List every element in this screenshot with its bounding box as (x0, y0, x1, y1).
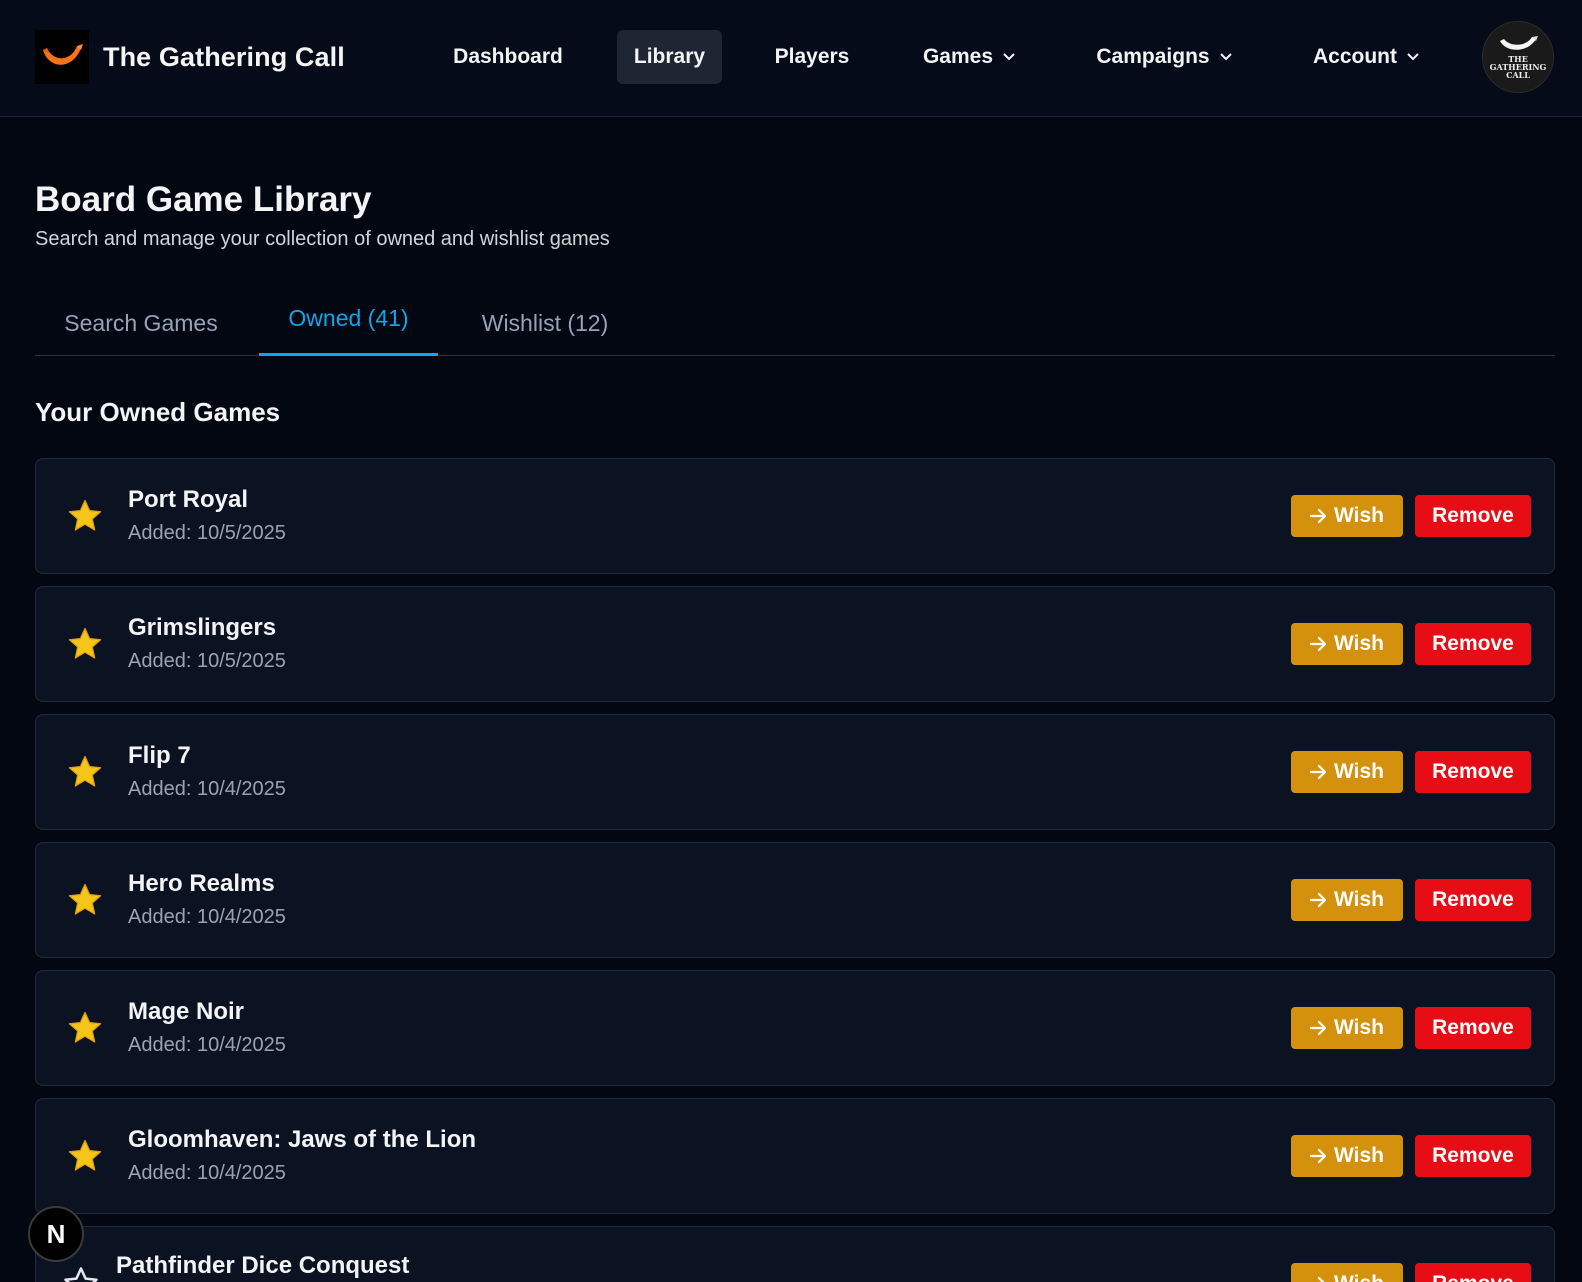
page-subtitle: Search and manage your collection of own… (35, 228, 610, 250)
remove-game-button[interactable]: Remove (1415, 623, 1531, 665)
arrow-right-icon (1310, 1148, 1328, 1164)
game-name: Hero Realms (128, 870, 275, 897)
nav-games-dropdown[interactable]: Games (905, 30, 1033, 84)
wish-button-label: Wish (1334, 1272, 1384, 1282)
nav-players[interactable]: Players (760, 30, 864, 84)
game-card: Grimslingers Added: 10/5/2025 Wish Remove (35, 586, 1555, 702)
arrow-right-icon (1310, 1276, 1328, 1282)
wish-button-label: Wish (1334, 504, 1384, 527)
remove-button-label: Remove (1432, 1016, 1514, 1039)
remove-game-button[interactable]: Remove (1415, 879, 1531, 921)
star-filled-icon[interactable] (66, 753, 104, 791)
arrow-right-icon (1310, 508, 1328, 524)
star-filled-icon[interactable] (66, 497, 104, 535)
chevron-down-icon (1219, 53, 1232, 61)
nav-account-dropdown[interactable]: Account (1296, 30, 1436, 84)
remove-button-label: Remove (1432, 760, 1514, 783)
move-to-wishlist-button[interactable]: Wish (1291, 751, 1403, 793)
wish-button-label: Wish (1334, 1144, 1384, 1167)
nav-library[interactable]: Library (617, 30, 722, 84)
brand-name: The Gathering Call (103, 41, 345, 72)
tab-search-games[interactable]: Search Games (35, 290, 247, 356)
game-name: Grimslingers (128, 614, 277, 641)
page-title: Board Game Library (35, 180, 372, 219)
arrow-right-icon (1310, 1020, 1328, 1036)
game-added-date: Added: 10/4/2025 (128, 1034, 286, 1056)
top-navbar: The Gathering Call Dashboard Library Pla… (0, 0, 1582, 117)
game-card: Gloomhaven: Jaws of the Lion Added: 10/4/… (35, 1098, 1555, 1214)
star-filled-icon[interactable] (66, 625, 104, 663)
game-card: Flip 7 Added: 10/4/2025 Wish Remove (35, 714, 1555, 830)
tab-wishlist[interactable]: Wishlist (12) (451, 290, 639, 356)
arrow-right-icon (1310, 636, 1328, 652)
game-name: Port Royal (128, 486, 249, 513)
dev-tools-badge-label: N (46, 1218, 66, 1249)
remove-game-button[interactable]: Remove (1415, 495, 1531, 537)
star-filled-icon[interactable] (66, 1009, 104, 1047)
remove-button-label: Remove (1432, 504, 1514, 527)
move-to-wishlist-button[interactable]: Wish (1291, 495, 1403, 537)
nav-dashboard-label: Dashboard (453, 45, 563, 68)
star-outline-icon[interactable] (62, 1265, 100, 1282)
avatar-text-line3: CALL (1506, 70, 1530, 80)
section-title: Your Owned Games (35, 397, 281, 427)
nav-campaigns-dropdown[interactable]: Campaigns (1083, 30, 1245, 84)
tab-owned[interactable]: Owned (41) (259, 290, 438, 356)
game-card: Mage Noir Added: 10/4/2025 Wish Remove (35, 970, 1555, 1086)
library-tabs: Search Games Owned (41) Wishlist (12) (35, 290, 1555, 356)
arrow-right-icon (1310, 892, 1328, 908)
wish-button-label: Wish (1334, 632, 1384, 655)
game-name: Mage Noir (128, 998, 245, 1025)
remove-button-label: Remove (1432, 888, 1514, 911)
wish-button-label: Wish (1334, 888, 1384, 911)
game-card: Hero Realms Added: 10/4/2025 Wish Remove (35, 842, 1555, 958)
chevron-down-icon (1003, 53, 1015, 61)
game-name: Flip 7 (128, 742, 191, 769)
nav-games-label: Games (922, 45, 994, 68)
nav-library-label: Library (633, 45, 706, 68)
game-name: Gloomhaven: Jaws of the Lion (128, 1126, 477, 1153)
chevron-down-icon (1407, 53, 1419, 61)
remove-button-label: Remove (1432, 1272, 1514, 1282)
remove-button-label: Remove (1432, 632, 1514, 655)
remove-game-button[interactable]: Remove (1415, 1007, 1531, 1049)
nav-players-label: Players (774, 45, 850, 68)
move-to-wishlist-button[interactable]: Wish (1291, 1135, 1403, 1177)
remove-game-button[interactable]: Remove (1415, 1263, 1531, 1282)
move-to-wishlist-button[interactable]: Wish (1291, 1263, 1403, 1282)
horn-icon (1500, 36, 1538, 50)
nav-account-label: Account (1313, 45, 1397, 68)
remove-button-label: Remove (1432, 1144, 1514, 1167)
brand[interactable]: The Gathering Call (35, 30, 345, 84)
star-filled-icon[interactable] (66, 881, 104, 919)
dev-tools-badge[interactable]: N (28, 1206, 84, 1262)
game-added-date: Added: 10/4/2025 (128, 906, 286, 928)
game-added-date: Added: 10/5/2025 (128, 650, 286, 672)
tab-wishlist-label: Wishlist (12) (481, 309, 609, 336)
game-added-date: Added: 10/5/2025 (128, 522, 286, 544)
horn-logo-icon (35, 30, 89, 84)
nav-campaigns-label: Campaigns (1096, 45, 1210, 68)
arrow-right-icon (1310, 764, 1328, 780)
move-to-wishlist-button[interactable]: Wish (1291, 879, 1403, 921)
star-filled-icon[interactable] (66, 1137, 104, 1175)
user-avatar[interactable]: THE GATHERING CALL (1482, 21, 1554, 93)
move-to-wishlist-button[interactable]: Wish (1291, 1007, 1403, 1049)
move-to-wishlist-button[interactable]: Wish (1291, 623, 1403, 665)
game-name: Pathfinder Dice Conquest (116, 1252, 410, 1279)
game-card: Port Royal Added: 10/5/2025 Wish Remove (35, 458, 1555, 574)
remove-game-button[interactable]: Remove (1415, 751, 1531, 793)
wish-button-label: Wish (1334, 1016, 1384, 1039)
game-card: Pathfinder Dice Conquest Wish Remove (35, 1226, 1555, 1282)
tab-owned-label: Owned (41) (288, 305, 409, 331)
game-added-date: Added: 10/4/2025 (128, 778, 286, 800)
wish-button-label: Wish (1334, 760, 1384, 783)
nav-dashboard[interactable]: Dashboard (435, 30, 581, 84)
remove-game-button[interactable]: Remove (1415, 1135, 1531, 1177)
game-added-date: Added: 10/4/2025 (128, 1162, 286, 1184)
tab-search-games-label: Search Games (64, 309, 218, 336)
